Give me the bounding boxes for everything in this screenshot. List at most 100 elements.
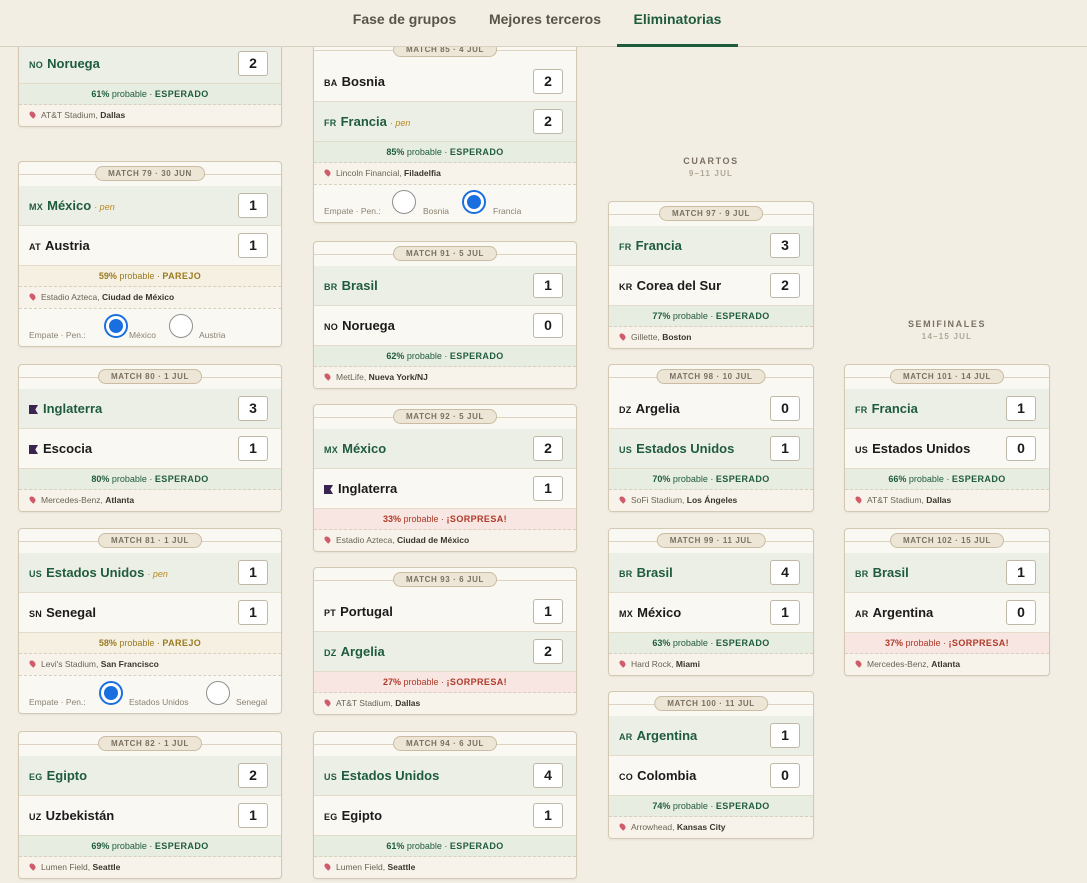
country-code: SN — [29, 609, 43, 619]
venue-name: SoFi Stadium, — [631, 495, 687, 505]
score-input[interactable]: 1 — [770, 723, 800, 748]
penalty-radio-team-a[interactable] — [392, 190, 416, 214]
probability-value: 37% — [884, 638, 903, 648]
score-input[interactable]: 1 — [238, 233, 268, 258]
penalty-radio-team-b[interactable] — [169, 314, 193, 338]
score-input[interactable]: 1 — [770, 600, 800, 625]
round-dates: 9–11 JUL — [688, 169, 734, 178]
team-label: Austria — [44, 238, 90, 253]
score-input[interactable]: 4 — [533, 763, 563, 788]
team-row: BR Brasil 1 — [314, 266, 576, 306]
probability-word: probable · — [400, 677, 447, 687]
win-probability: 59% probable · PAREJO — [19, 266, 281, 287]
location-pin-icon — [323, 168, 332, 177]
venue-line: Lumen Field, Seattle — [314, 857, 576, 878]
score-input[interactable]: 1 — [770, 436, 800, 461]
tab-fase-de-grupos[interactable]: Fase de grupos — [342, 0, 467, 47]
venue-city: Miami — [675, 659, 700, 669]
venue-name: Mercedes-Benz, — [867, 659, 932, 669]
penalty-radio-team-b[interactable] — [462, 190, 486, 214]
venue-city: Atlanta — [105, 495, 135, 505]
probability-word: probable · — [109, 474, 155, 484]
tab-eliminatorias[interactable]: Eliminatorias — [617, 0, 738, 47]
score-input[interactable]: 1 — [238, 600, 268, 625]
score-input[interactable]: 1 — [1006, 560, 1036, 585]
match-card-m94: MATCH 94 · 6 JUL US Estados Unidos 4 EG Egipt… — [313, 731, 577, 879]
score-input[interactable]: 0 — [770, 763, 800, 788]
score-input[interactable]: 2 — [533, 69, 563, 94]
country-code: US — [29, 569, 43, 579]
probability-value: 33% — [382, 514, 401, 524]
prediction-status: ESPERADO — [449, 351, 504, 361]
team-row: MX México 2 — [314, 429, 576, 469]
team-label: Corea del Sur — [636, 278, 722, 293]
venue-line: Estadio Azteca, Ciudad de México — [19, 287, 281, 308]
penalty-radio-team-a[interactable] — [104, 314, 128, 338]
team-row: UZ Uzbekistán 1 — [19, 796, 281, 836]
score-input[interactable]: 2 — [533, 109, 563, 134]
team-name: NO Noruega — [324, 306, 395, 347]
prediction-status: ESPERADO — [154, 841, 209, 851]
win-probability: 58% probable · PAREJO — [19, 633, 281, 654]
penalty-radio-team-a[interactable] — [99, 681, 123, 705]
team-row: DZ Argelia 0 — [609, 389, 813, 429]
score-input[interactable]: 4 — [770, 560, 800, 585]
team-row: Escocia 1 — [19, 429, 281, 469]
score-input[interactable]: 0 — [1006, 436, 1036, 461]
team-label: Senegal — [46, 605, 96, 620]
penalty-option-label: Bosnia — [423, 206, 449, 216]
score-input[interactable]: 1 — [533, 273, 563, 298]
location-pin-icon — [28, 110, 37, 119]
score-input[interactable]: 1 — [1006, 396, 1036, 421]
country-code: EG — [324, 812, 338, 822]
score-input[interactable]: 1 — [238, 803, 268, 828]
score-input[interactable]: 3 — [770, 233, 800, 258]
score-input[interactable]: 1 — [533, 476, 563, 501]
score-input[interactable]: 0 — [1006, 600, 1036, 625]
team-name: BR Brasil — [619, 553, 673, 594]
score-input[interactable]: 3 — [238, 396, 268, 421]
team-row: BR Brasil 4 — [609, 553, 813, 593]
probability-value: 63% — [652, 638, 671, 648]
team-label: Estados Unidos — [46, 565, 145, 580]
score-input[interactable]: 2 — [238, 51, 268, 76]
match-header: MATCH 79 · 30 JUN — [19, 162, 281, 186]
penalty-selector: Empate · Pen.: Bosnia Francia — [314, 184, 576, 222]
score-input[interactable]: 1 — [238, 436, 268, 461]
score-input[interactable]: 2 — [533, 436, 563, 461]
prediction-status: ESPERADO — [715, 311, 770, 321]
venue-name: Lumen Field, — [336, 862, 388, 872]
team-label: Francia — [635, 238, 682, 253]
venue-name: Gillette, — [631, 332, 663, 342]
team-name: FR Francia — [619, 226, 682, 267]
score-input[interactable]: 0 — [770, 396, 800, 421]
prediction-status: ¡SORPRESA! — [948, 638, 1010, 648]
score-input[interactable]: 1 — [533, 803, 563, 828]
probability-value: 58% — [98, 638, 117, 648]
round-header-cuartos: CUARTOS 9–11 JUL — [611, 156, 811, 178]
match-header: MATCH 98 · 10 JUL — [609, 365, 813, 389]
score-input[interactable]: 0 — [533, 313, 563, 338]
win-probability: 70% probable · ESPERADO — [609, 469, 813, 490]
score-input[interactable]: 1 — [238, 193, 268, 218]
win-probability: 80% probable · ESPERADO — [19, 469, 281, 490]
score-input[interactable]: 2 — [238, 763, 268, 788]
score-input[interactable]: 1 — [533, 599, 563, 624]
score-input[interactable]: 1 — [238, 560, 268, 585]
team-row: MX México 1 — [609, 593, 813, 633]
score-input[interactable]: 2 — [533, 639, 563, 664]
score-input[interactable]: 2 — [770, 273, 800, 298]
probability-word: probable · — [400, 514, 447, 524]
venue-name: Levi's Stadium, — [41, 659, 101, 669]
tab-bar: Fase de grupos Mejores terceros Eliminat… — [0, 0, 1087, 47]
tab-mejores-terceros[interactable]: Mejores terceros — [479, 0, 611, 47]
penalty-radio-team-b[interactable] — [206, 681, 230, 705]
location-pin-icon — [28, 292, 37, 301]
match-card-m100: MATCH 100 · 11 JUL AR Argentina 1 CO Colombia… — [608, 691, 814, 839]
win-probability: 66% probable · ESPERADO — [845, 469, 1049, 490]
probability-value: 85% — [386, 147, 405, 157]
team-row: FR Francia · pen 2 — [314, 102, 576, 142]
team-name: AT Austria — [29, 226, 90, 267]
team-row: EG Egipto 2 — [19, 756, 281, 796]
team-row: BR Brasil 1 — [845, 553, 1049, 593]
